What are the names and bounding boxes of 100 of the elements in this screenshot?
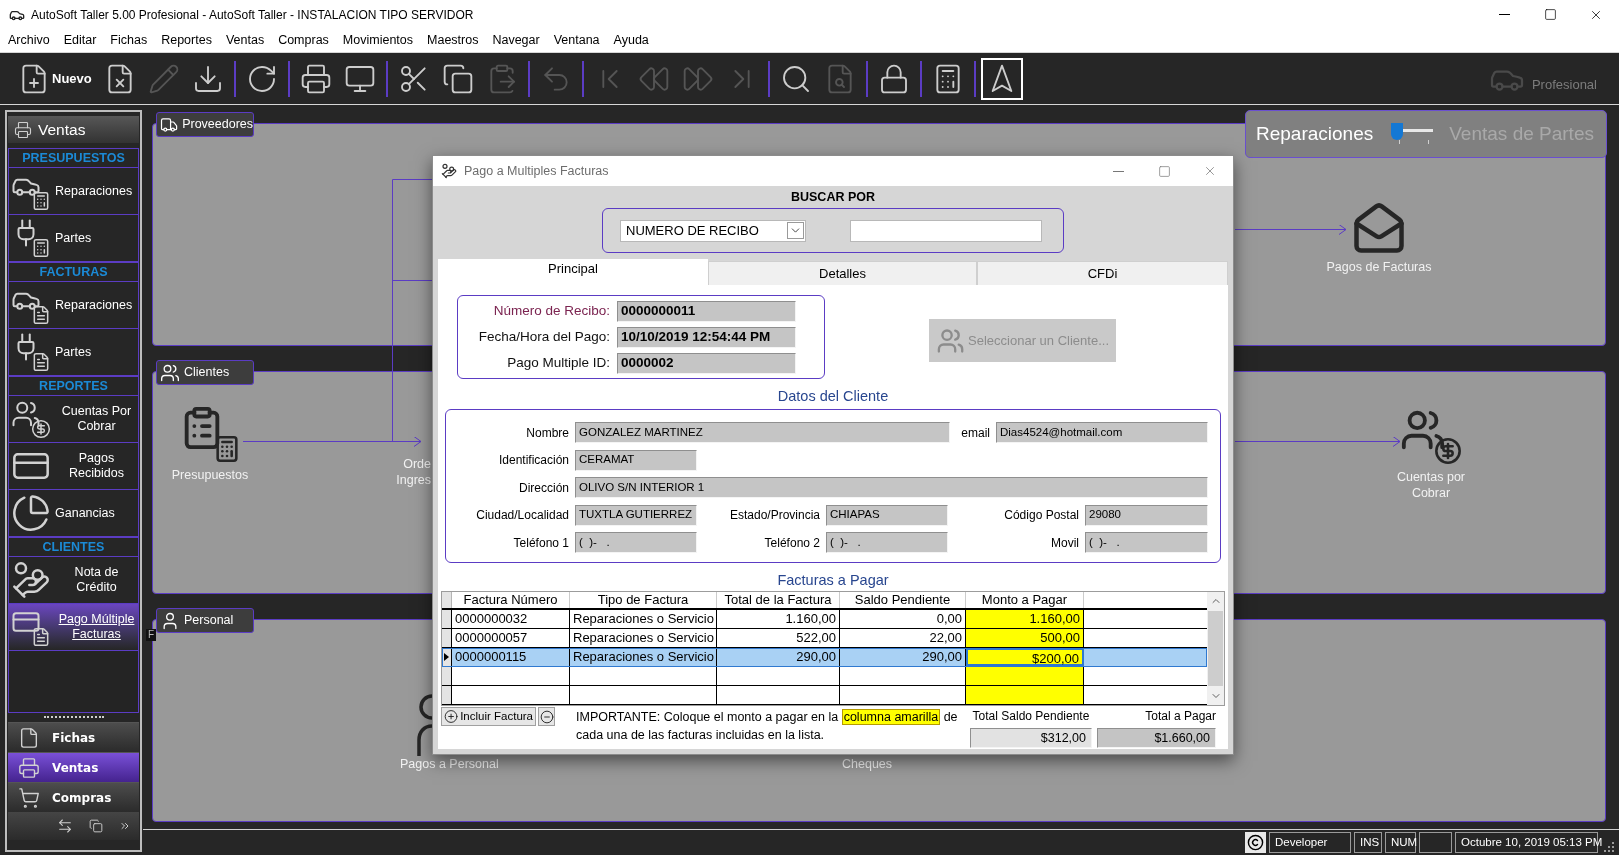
- copyright-icon: [1245, 832, 1266, 853]
- module-button[interactable]: Ventas: [8, 752, 139, 782]
- menu-item[interactable]: Maestros: [420, 29, 486, 52]
- section-heading: FACTURAS: [8, 262, 139, 282]
- panel-title: Proveedores: [182, 116, 253, 134]
- sidebar-item[interactable]: Reparaciones: [8, 168, 139, 215]
- input-field[interactable]: CERAMAT: [575, 449, 697, 471]
- people-icon: [936, 326, 966, 355]
- table-cell: 522,00: [717, 629, 840, 647]
- table-cell: 500,00: [966, 629, 1084, 647]
- sidebar-item[interactable]: Cuentas Por Cobrar: [8, 396, 139, 443]
- sidebar-title: Ventas: [38, 119, 86, 140]
- input-field[interactable]: GONZALEZ MARTINEZ: [575, 422, 950, 443]
- input-field[interactable]: 0000002: [617, 353, 796, 374]
- status-panel: [1419, 832, 1452, 853]
- table-row[interactable]: 0000000115 Reparaciones o Servicio 290,00 290,00 $200,00: [442, 648, 1207, 667]
- menu-item[interactable]: Navegar: [485, 29, 547, 52]
- field-label: Identificación: [497, 452, 570, 469]
- toolbar-button[interactable]: Nuevo: [13, 57, 97, 100]
- menu-item[interactable]: Ventana: [546, 29, 607, 52]
- field-label: Teléfono 2: [763, 534, 821, 552]
- table-row[interactable]: 0000000057 Reparaciones o Servicio 522,00 22,00 500,00: [442, 629, 1207, 648]
- column-header[interactable]: Monto a Pagar: [966, 592, 1084, 608]
- column-header[interactable]: Tipo de Factura: [570, 592, 717, 608]
- input-field[interactable]: TUXTLA GUTIERREZ: [575, 504, 697, 526]
- resize-grip-icon[interactable]: [1603, 841, 1615, 853]
- table-cell: Reparaciones o Servicio: [570, 629, 717, 647]
- table-cell: 1.160,00: [966, 610, 1084, 628]
- edition-label: Profesional: [1531, 76, 1597, 94]
- menu-item[interactable]: Ayuda: [606, 29, 656, 52]
- input-field[interactable]: 29080: [1085, 504, 1208, 526]
- table-row[interactable]: 0000000032 Reparaciones o Servicio 1.160,00 0,00 1.160,00: [442, 610, 1207, 629]
- row-header[interactable]: [442, 648, 452, 666]
- menu-item[interactable]: Movimientos: [335, 29, 421, 52]
- menu-item[interactable]: Archivo: [1, 29, 57, 52]
- row-header[interactable]: [442, 667, 452, 685]
- swap-arrows-icon[interactable]: [57, 818, 73, 834]
- sidebar-item[interactable]: Reparaciones: [8, 282, 139, 329]
- input-field[interactable]: 10/10/2019 12:54:44 PM: [617, 327, 796, 348]
- sidebar-item[interactable]: Ganancias: [8, 490, 139, 537]
- field-label: Nombre: [525, 424, 570, 442]
- add-invoice-button[interactable]: Incluir Factura: [441, 707, 536, 726]
- menu-item[interactable]: Fichas: [103, 29, 155, 52]
- sidebar-item[interactable]: Nota de Crédito: [8, 557, 139, 604]
- table-cell[interactable]: [966, 667, 1084, 685]
- menu-item[interactable]: Reportes: [154, 29, 219, 52]
- sidebar-item[interactable]: Partes: [8, 329, 139, 376]
- double-chevron-icon[interactable]: [119, 820, 131, 832]
- tab[interactable]: Detalles: [708, 261, 977, 285]
- module-button[interactable]: Fichas: [8, 722, 139, 752]
- sidebar-item[interactable]: Partes: [8, 215, 139, 262]
- input-field[interactable]: CHIAPAS: [826, 504, 948, 526]
- scrollbar[interactable]: [1207, 592, 1224, 705]
- column-header[interactable]: Saldo Pendiente: [840, 592, 966, 608]
- overlapping-squares-icon[interactable]: [89, 819, 103, 833]
- column-header[interactable]: Factura Número: [452, 592, 570, 608]
- menu-item[interactable]: Compras: [271, 29, 336, 52]
- tab[interactable]: Principal: [438, 259, 708, 285]
- person-icon: [416, 694, 432, 756]
- field-label: Código Postal: [1003, 507, 1080, 524]
- menu-item[interactable]: Editar: [56, 29, 104, 52]
- tab[interactable]: CFDi: [977, 261, 1228, 285]
- row-header: [442, 592, 452, 608]
- table-cell: 0000000057: [452, 629, 570, 647]
- tooltip: F: [146, 629, 157, 641]
- scrollbar-thumb[interactable]: [1208, 611, 1223, 686]
- splitter-handle[interactable]: [43, 716, 104, 719]
- window-title: AutoSoft Taller 5.00 Profesional - AutoSoft Taller - INSTALACION TIPO SERVIDOR: [31, 6, 474, 24]
- printer-icon: [14, 120, 32, 139]
- section-heading: CLIENTES: [8, 537, 139, 557]
- slider-track[interactable]: [1391, 123, 1436, 145]
- field-label: Ciudad/Localidad: [475, 507, 570, 524]
- slider-thumb[interactable]: [1391, 123, 1404, 140]
- shopping-cart-icon: [18, 786, 40, 809]
- remove-invoice-button[interactable]: [538, 707, 555, 726]
- search-dropdown[interactable]: NUMERO DE RECIBO: [620, 219, 806, 242]
- sidebar-item[interactable]: Pago Múltiple Facturas: [8, 604, 139, 651]
- menu-item[interactable]: Ventas: [218, 29, 272, 52]
- minus-circle-icon: [539, 709, 554, 724]
- column-header[interactable]: Total de la Factura: [717, 592, 840, 608]
- section-heading: REPORTES: [8, 376, 139, 396]
- search-input[interactable]: [850, 219, 1042, 242]
- table-cell: 0000000115: [452, 648, 570, 666]
- pencil-icon: [147, 62, 180, 95]
- node-label: Pagos a Personal: [400, 756, 499, 772]
- input-field[interactable]: 0000000011: [617, 301, 796, 322]
- input-field[interactable]: Dias4524@hotmail.com: [996, 422, 1208, 443]
- toolbar-button[interactable]: [980, 57, 1023, 100]
- input-field[interactable]: ( )- .: [575, 532, 697, 553]
- input-field[interactable]: ( )- .: [1085, 532, 1208, 553]
- input-field[interactable]: OLIVO S/N INTERIOR 1: [575, 477, 1208, 498]
- row-header[interactable]: [442, 610, 452, 628]
- row-header[interactable]: [442, 629, 452, 647]
- module-button[interactable]: Compras: [8, 782, 139, 812]
- input-field[interactable]: ( )- .: [826, 532, 948, 553]
- row-header[interactable]: [442, 686, 452, 704]
- mode-option[interactable]: Reparaciones: [1256, 119, 1374, 149]
- sidebar-item[interactable]: Pagos Recibidos: [8, 443, 139, 490]
- field-label: Estado/Provincia: [728, 507, 821, 524]
- table-cell[interactable]: [966, 686, 1084, 704]
